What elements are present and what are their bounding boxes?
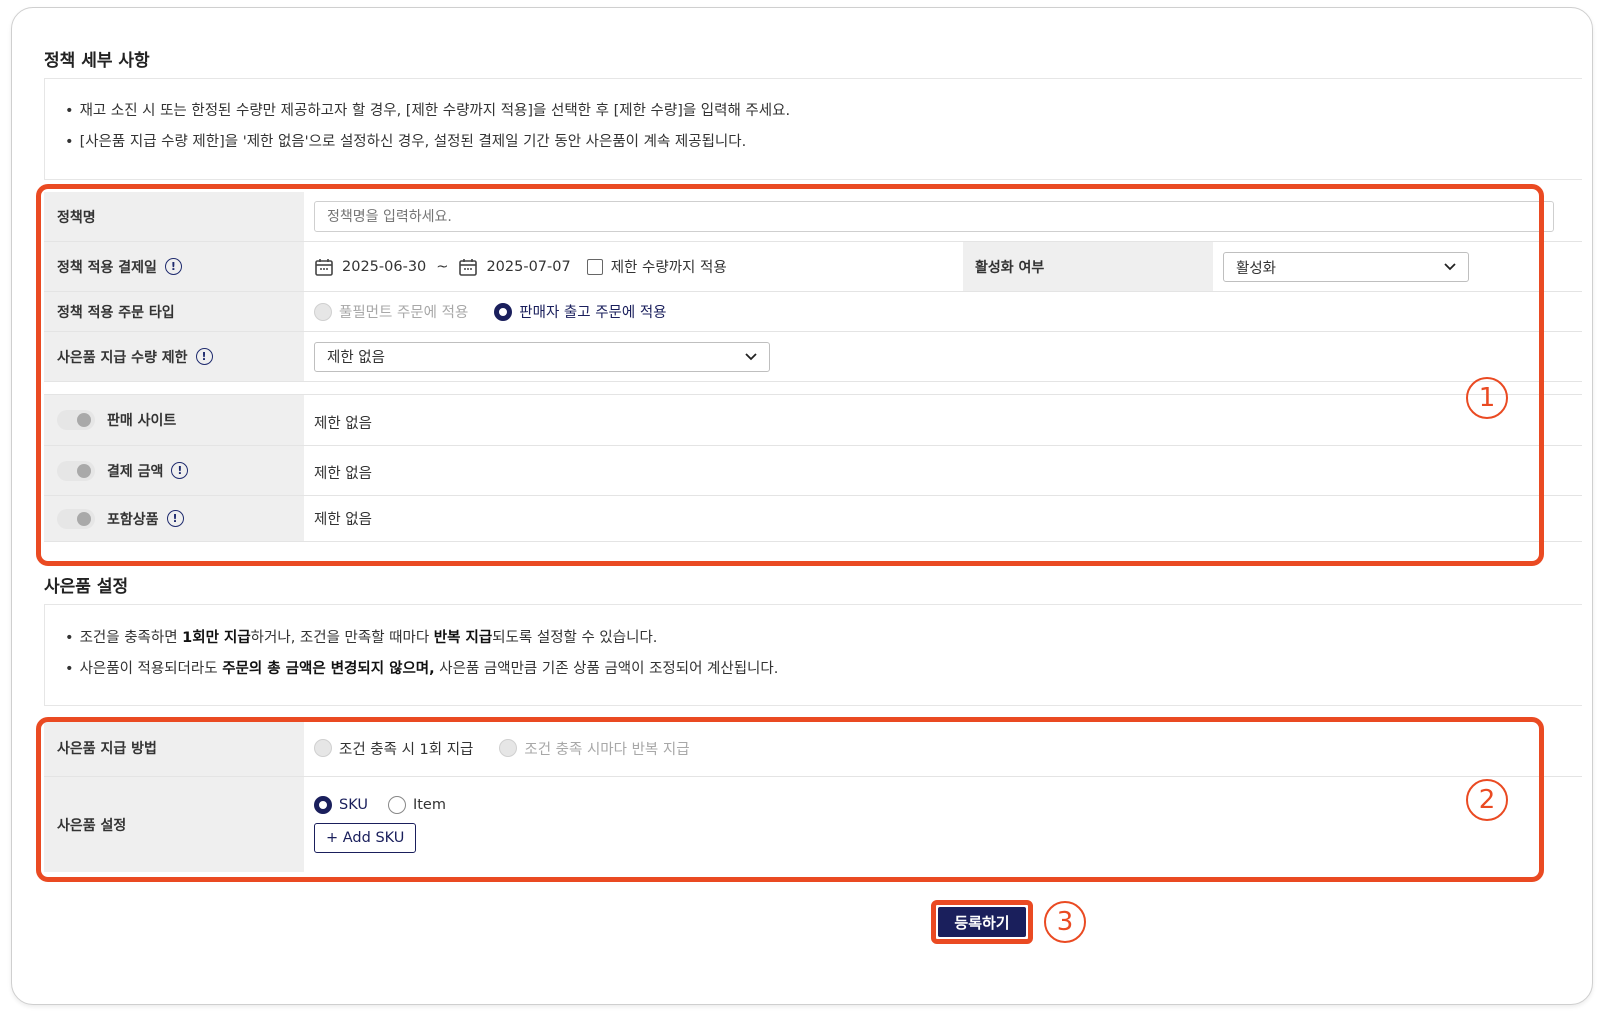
gift-note-1: • 조건을 충족하면 1회만 지급하거나, 조건을 만족할 때마다 반복 지급되도… — [65, 630, 658, 646]
policy-date-label: 정책 적용 결제일 — [57, 259, 157, 276]
submit-button[interactable]: 등록하기 — [938, 907, 1026, 937]
gift-form: 사은품 지급 방법 조건 충족 시 1회 지급 조건 충족 시마다 반복 지급 … — [44, 720, 1582, 872]
gift-settings-title: 사은품 설정 — [44, 577, 129, 597]
condition-value: 제한 없음 — [314, 415, 372, 432]
gift-setting-label: 사은품 설정 — [44, 777, 304, 872]
amount-toggle[interactable] — [57, 460, 95, 481]
quantity-limit-label: 사은품 지급 수량 제한 — [57, 349, 188, 366]
calendar-icon[interactable] — [314, 257, 334, 277]
radio-icon — [314, 796, 332, 814]
gift-notice-box: • 조건을 충족하면 1회만 지급하거나, 조건을 만족할 때마다 반복 지급되도… — [44, 604, 1582, 706]
gift-method-label: 사은품 지급 방법 — [44, 720, 304, 776]
gift-setting-sku-radio[interactable]: SKU — [314, 796, 368, 814]
quantity-limit-select[interactable]: 제한 없음 — [314, 341, 770, 372]
policy-name-input[interactable] — [314, 201, 1554, 232]
marker-3: 3 — [1044, 901, 1086, 943]
condition-value: 제한 없음 — [314, 466, 372, 482]
gift-method-once-radio[interactable]: 조건 충족 시 1회 지급 — [314, 738, 473, 759]
active-select-value: 활성화 — [1236, 260, 1277, 277]
policy-note-1: • 재고 소진 시 또는 한정된 수량만 제공하고자 할 경우, [제한 수량까지… — [65, 103, 791, 119]
quantity-limit-value: 제한 없음 — [327, 350, 385, 366]
chevron-down-icon — [745, 352, 757, 360]
radio-icon — [499, 739, 518, 757]
info-icon[interactable]: ! — [195, 348, 213, 365]
policy-note-2: • [사은품 지급 수량 제한]을 '제한 없음'으로 설정하신 경우, 설정된 … — [65, 134, 747, 150]
order-type-row: 정책 적용 주문 타입 풀필먼트 주문에 적용 판매자 출고 주문에 적용 — [44, 292, 1582, 332]
policy-name-row: 정책명 — [44, 192, 1582, 242]
gift-setting-row: 사은품 설정 SKU Item + Add SKU — [44, 777, 1582, 872]
gift-note-2: • 사은품이 적용되더라도 주문의 총 금액은 변경되지 않으며, 사은품 금액만… — [65, 661, 779, 677]
gift-method-repeat-radio[interactable]: 조건 충족 시마다 반복 지급 — [499, 738, 690, 759]
date-separator: ~ — [436, 258, 449, 275]
condition-label: 결제 금액 — [107, 463, 164, 480]
calendar-icon[interactable] — [458, 257, 478, 277]
submit-highlight: 등록하기 — [931, 900, 1033, 944]
condition-row-site: 판매 사이트 제한 없음 — [44, 394, 1582, 446]
products-toggle[interactable] — [57, 508, 95, 529]
limit-quantity-label: 제한 수량까지 적용 — [610, 260, 727, 276]
order-type-fulfillment-radio[interactable]: 풀필먼트 주문에 적용 — [314, 301, 468, 322]
site-toggle[interactable] — [57, 410, 95, 430]
date-start[interactable]: 2025-06-30 — [342, 259, 426, 275]
radio-icon — [314, 302, 332, 321]
marker-2: 2 — [1466, 779, 1508, 821]
condition-row-amount: 결제 금액 ! 제한 없음 — [44, 446, 1582, 496]
radio-icon — [494, 302, 513, 321]
condition-label: 판매 사이트 — [107, 413, 177, 429]
condition-value: 제한 없음 — [314, 512, 372, 528]
gift-method-row: 사은품 지급 방법 조건 충족 시 1회 지급 조건 충족 시마다 반복 지급 — [44, 720, 1582, 777]
order-type-label: 정책 적용 주문 타입 — [44, 292, 304, 331]
policy-details-title: 정책 세부 사항 — [44, 51, 150, 71]
date-end[interactable]: 2025-07-07 — [486, 259, 570, 275]
gift-setting-item-radio[interactable]: Item — [387, 796, 446, 814]
quantity-limit-row: 사은품 지급 수량 제한 ! 제한 없음 — [44, 332, 1582, 382]
condition-row-products: 포함상품 ! 제한 없음 — [44, 496, 1582, 542]
active-select[interactable]: 활성화 — [1223, 252, 1469, 282]
info-icon[interactable]: ! — [164, 258, 182, 275]
limit-quantity-checkbox[interactable] — [586, 258, 603, 275]
add-sku-button[interactable]: + Add SKU — [314, 823, 417, 853]
policy-form: 정책명 정책 적용 결제일 ! 2025-06-30 ~ — [44, 192, 1582, 542]
info-icon[interactable]: ! — [171, 462, 189, 479]
radio-icon — [387, 796, 406, 814]
policy-name-label: 정책명 — [44, 192, 304, 241]
marker-1: 1 — [1466, 377, 1508, 419]
chevron-down-icon — [1444, 263, 1456, 271]
active-label: 활성화 여부 — [963, 242, 1213, 291]
policy-date-row: 정책 적용 결제일 ! 2025-06-30 ~ 2025-07-07 제한 수… — [44, 242, 1582, 292]
condition-label: 포함상품 — [107, 511, 159, 528]
policy-notice-box: • 재고 소진 시 또는 한정된 수량만 제공하고자 할 경우, [제한 수량까지… — [44, 78, 1582, 180]
info-icon[interactable]: ! — [166, 510, 184, 527]
radio-icon — [314, 739, 332, 757]
order-type-seller-radio[interactable]: 판매자 출고 주문에 적용 — [494, 301, 667, 322]
